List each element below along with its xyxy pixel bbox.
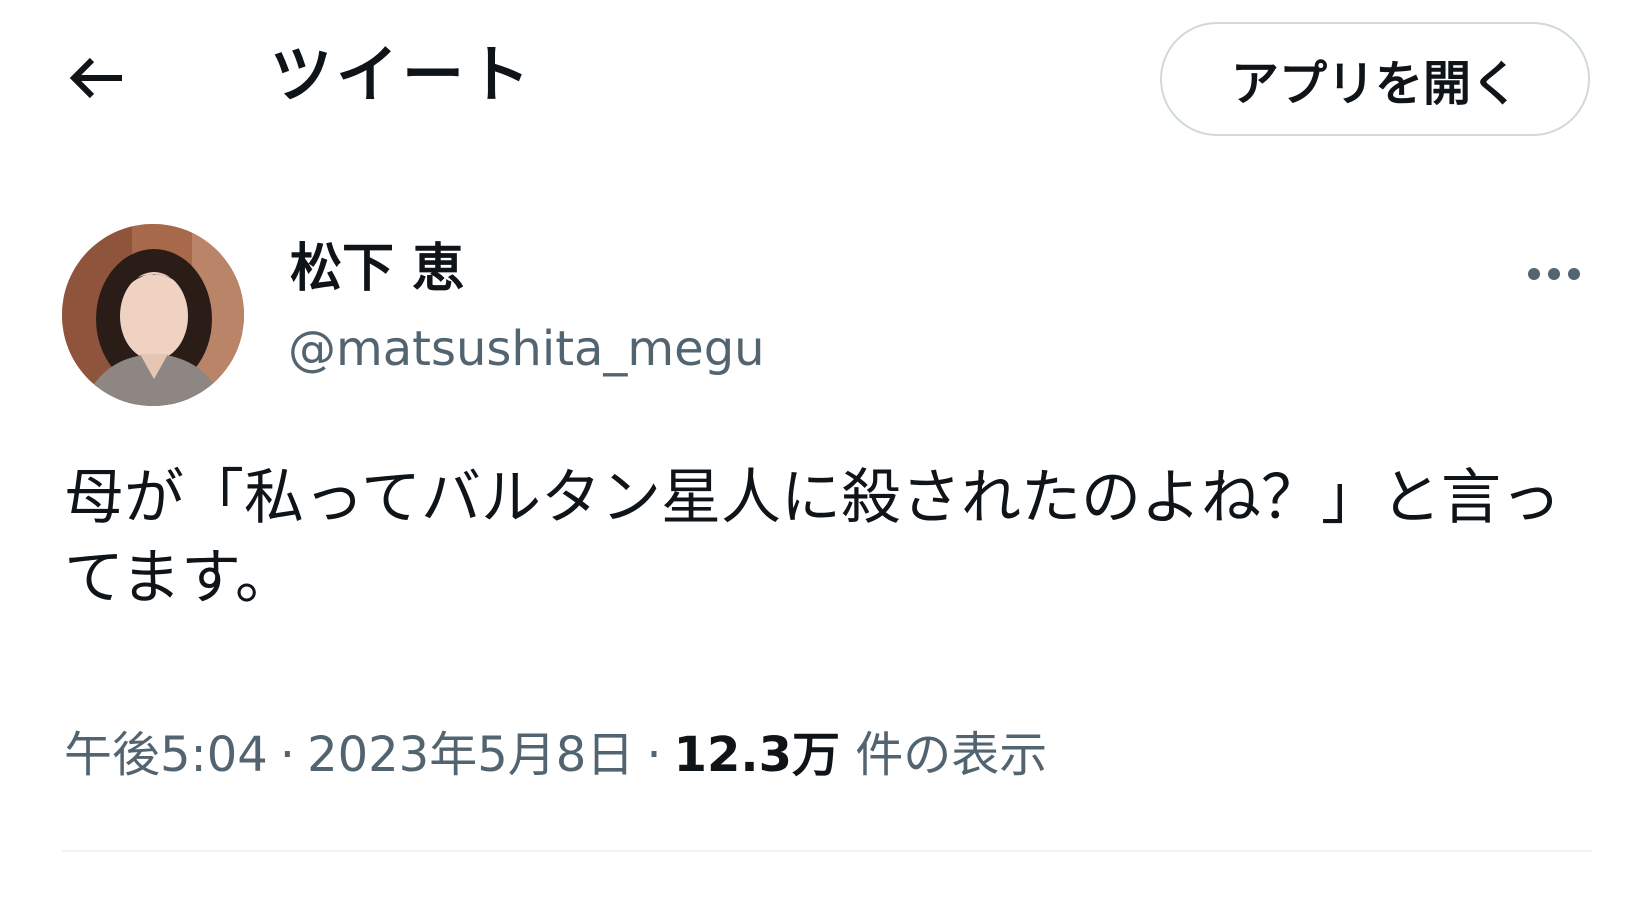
views-count: 12.3万 [673, 727, 841, 783]
meta-separator: · [279, 727, 296, 783]
open-app-button[interactable]: アプリを開く [1160, 22, 1590, 136]
tweet-text: 母が「私ってバルタン星人に殺されたのよね？」と言ってます。 [64, 463, 1561, 613]
author-handle[interactable]: @matsushita_megu [288, 316, 765, 382]
meta-separator: · [646, 727, 662, 783]
back-button[interactable] [56, 38, 136, 118]
arrow-left-icon [69, 57, 122, 99]
top-bar: ツイート アプリを開く [0, 0, 1644, 160]
author-name[interactable]: 松下 恵 [290, 234, 464, 304]
avatar-image [62, 224, 244, 406]
more-horizontal-icon [1528, 268, 1580, 280]
avatar[interactable] [62, 224, 244, 406]
tweet-time[interactable]: 午後5:04 [64, 727, 268, 783]
page-title: ツイート [270, 38, 535, 111]
tweet-date[interactable]: 2023年5月8日 [307, 727, 634, 783]
divider [62, 850, 1592, 852]
tweet-meta: 午後5:04 · 2023年5月8日 · 12.3万 件の表示 [64, 722, 1047, 788]
more-options-button[interactable] [1516, 244, 1592, 304]
views-label: 件の表示 [855, 727, 1048, 783]
